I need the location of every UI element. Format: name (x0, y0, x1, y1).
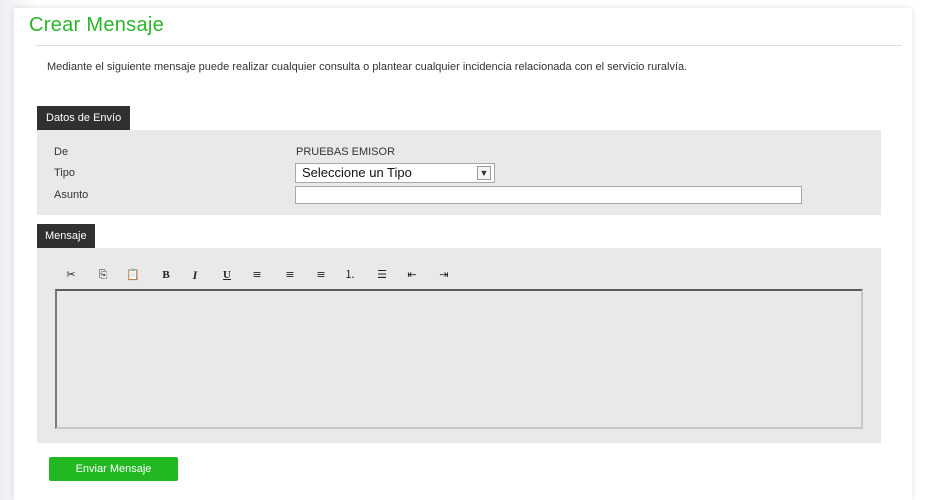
page-title: Crear Mensaje (29, 14, 165, 36)
asunto-label: Asunto (54, 189, 89, 201)
unordered-list-icon[interactable]: ☰ (373, 266, 391, 284)
copy-icon[interactable]: ⎘ (94, 266, 112, 284)
title-divider (36, 45, 902, 46)
tipo-label: Tipo (54, 167, 75, 179)
tipo-select[interactable]: Seleccione un Tipo ▼ (295, 163, 495, 183)
italic-icon[interactable]: I (186, 266, 204, 284)
indent-icon[interactable]: ⇥ (435, 266, 453, 284)
intro-text: Mediante el siguiente mensaje puede real… (47, 61, 688, 73)
section-tab-mensaje: Mensaje (37, 224, 95, 248)
align-right-icon[interactable]: ≡ (312, 266, 330, 284)
asunto-input[interactable] (295, 186, 802, 204)
cut-icon[interactable]: ✂ (62, 266, 80, 284)
tipo-select-value: Seleccione un Tipo (302, 165, 412, 180)
send-message-button[interactable]: Enviar Mensaje (49, 457, 178, 481)
align-left-icon[interactable]: ≡ (248, 266, 266, 284)
paste-icon[interactable]: 📋 (124, 266, 142, 284)
de-value: PRUEBAS EMISOR (296, 146, 396, 158)
section-tab-datos-envio: Datos de Envío (37, 106, 131, 130)
align-center-icon[interactable]: ≡ (281, 266, 299, 284)
chevron-down-icon[interactable]: ▼ (477, 166, 491, 180)
bold-icon[interactable]: B (157, 266, 175, 284)
de-label: De (54, 146, 69, 158)
message-editor[interactable] (55, 289, 863, 429)
ordered-list-icon[interactable]: ⒈ (341, 266, 359, 284)
outdent-icon[interactable]: ⇤ (403, 266, 421, 284)
underline-icon[interactable]: U (218, 266, 236, 284)
